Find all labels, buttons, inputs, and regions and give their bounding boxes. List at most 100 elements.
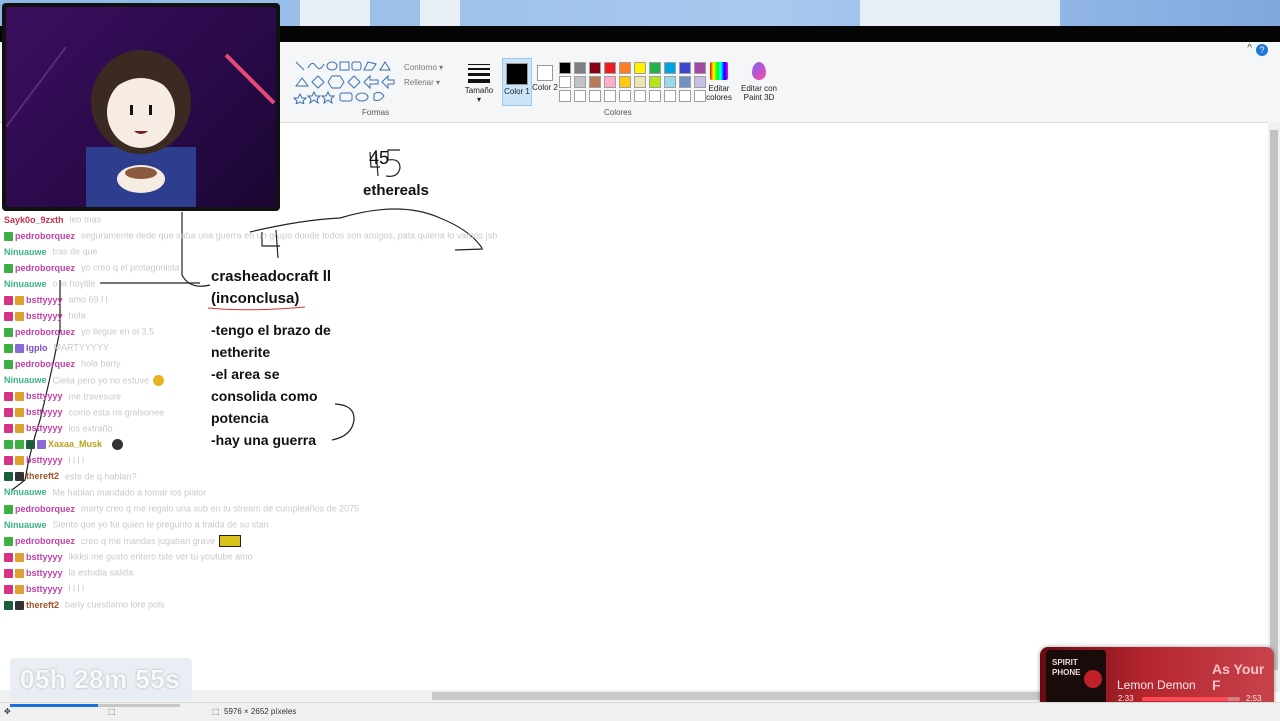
chat-username: bsttyyyy <box>26 407 63 418</box>
chat-text: Cielia pero yo no estuve <box>52 375 150 386</box>
chat-message: pedroborquez yo creo q el protagonista <box>4 262 180 276</box>
chat-message: thereft2 este de q hablan? <box>4 471 137 485</box>
song-artist: Lemon Demon <box>1117 678 1196 692</box>
chat-badge-icon <box>15 344 24 354</box>
chat-badges <box>4 311 26 321</box>
handwritten-number: 45 <box>369 148 390 168</box>
song-progress-fill <box>1142 697 1229 701</box>
chat-message: Ninuauwe Me hablan mandado a tomar los pi… <box>4 487 206 501</box>
chat-username: bsttyyyy <box>26 567 63 578</box>
chat-message: Sayk0o_9zxth leo mas <box>4 214 101 228</box>
chat-badge-icon <box>26 440 35 450</box>
chat-badges <box>4 455 26 466</box>
chat-badge-icon <box>15 456 24 466</box>
chat-badge-icon <box>4 440 13 450</box>
chat-badges <box>4 327 15 338</box>
chat-badge-icon <box>4 344 13 354</box>
chat-username: pedroborquez <box>15 536 75 546</box>
chat-text: MARTYYYYY <box>53 343 109 354</box>
chat-username: bsttyyyy <box>26 551 63 562</box>
chat-text: este de q hablan? <box>65 471 137 482</box>
chat-text: Siento que yo fui quien te pregunto a tr… <box>52 519 269 530</box>
chat-message: pedroborquez hola barty <box>4 358 121 372</box>
chat-message: bsttyyyy como esta mi gralsonee <box>4 407 164 421</box>
chat-message: bsttyyyy me travesure <box>4 391 121 405</box>
chat-text: creo q me mandas jugaban grave <box>81 536 216 546</box>
chat-text: leo mas <box>69 214 102 225</box>
chat-text: la estudia salida <box>68 567 134 578</box>
chat-text: l l l l <box>68 455 85 466</box>
chat-message: lgplo MARTYYYYY <box>4 342 109 356</box>
chat-username: bsttyyyy <box>26 310 63 321</box>
chat-badges <box>4 231 15 241</box>
note-line2: netherite <box>211 344 271 360</box>
chat-badge-icon <box>4 360 13 370</box>
note-line5: potencia <box>211 410 269 426</box>
chat-badges <box>4 503 15 514</box>
chat-text: hola <box>68 310 86 321</box>
status-bar: ✥ ⬚ ⬚ 5976 × 2652 píxeles <box>0 702 1280 721</box>
chat-badge-icon <box>4 408 13 418</box>
chat-username: pedroborquez <box>15 262 75 273</box>
chat-message: bsttyyyy los extraño <box>4 423 113 437</box>
chat-badges <box>4 263 15 273</box>
chat-text: marty creo q me regalo una sub en tu str… <box>81 503 360 514</box>
note-line1: -tengo el brazo de <box>211 322 331 338</box>
chat-badge-icon <box>15 440 24 450</box>
chat-message: bsttyyyy hola <box>4 310 86 324</box>
chat-badges <box>4 439 48 450</box>
chat-badges <box>4 359 15 370</box>
album-cover-text-1: SPIRIT <box>1052 658 1078 667</box>
chat-badge-icon <box>15 392 24 402</box>
chat-badge-icon <box>4 568 13 578</box>
chat-message: pedroborquez marty creo q me regalo una s… <box>4 503 359 517</box>
timer-text: 05h 28m 55s <box>20 664 181 694</box>
emote-icon <box>112 438 124 450</box>
note-line3: -el area se <box>211 366 280 382</box>
chat-username: Ninuauwe <box>4 487 47 498</box>
image-size-icon: ⬚ <box>212 707 220 716</box>
chat-text: barly cuestiamo lore pols <box>65 599 165 610</box>
chat-message: bsttyyyy ikkks me gusto entero tste ver t… <box>4 551 253 565</box>
chat-username: bsttyyyy <box>26 455 63 466</box>
chat-badge-icon <box>4 472 13 482</box>
chat-badge-icon <box>4 552 13 562</box>
crash-title-line1: crasheadocraft ll <box>211 268 332 285</box>
chat-badge-icon <box>4 295 13 305</box>
chat-badge-icon <box>4 231 13 241</box>
album-cover-text-2: PHONE <box>1052 668 1081 677</box>
chat-text: ikkks me gusto entero tste ver tu youtub… <box>68 551 253 562</box>
chat-badge-icon <box>15 600 24 610</box>
chat-text: hola barty <box>81 359 121 370</box>
chat-message: pedroborquez yo llegue en el 3.5 <box>4 326 154 340</box>
chat-username: pedroborquez <box>15 359 75 370</box>
chat-message: Ninuauwe tras de que <box>4 246 98 260</box>
chat-username: Sayk0o_9zxth <box>4 214 64 225</box>
chat-badges <box>4 391 26 402</box>
chat-badge-icon <box>15 408 24 418</box>
stream-progress-bar <box>10 704 98 707</box>
chat-username: lgplo <box>26 343 48 354</box>
chat-message: bsttyyyy la estudia salida <box>4 567 133 581</box>
image-dimensions: 5976 × 2652 píxeles <box>224 707 297 716</box>
selection-size-icon: ⬚ <box>108 707 116 716</box>
song-progress-bar <box>1142 697 1240 701</box>
webcam-overlay <box>2 3 280 211</box>
album-cover-art <box>1084 670 1102 688</box>
chat-badge-icon <box>37 440 46 450</box>
chat-text: Me hablan mandado a tomar los pialor <box>52 487 207 498</box>
chat-badge-icon <box>15 568 24 578</box>
chat-badges <box>4 295 26 305</box>
chat-text: como esta mi gralsonee <box>68 407 165 418</box>
chat-username: bsttyyyy <box>26 583 63 594</box>
emote-icon <box>153 374 165 386</box>
chat-message: Ninuauwe Cielia pero yo no estuve <box>4 374 165 389</box>
chat-text: seguramente dede que saba una guerra en … <box>81 230 498 241</box>
chat-badge-icon <box>15 311 24 321</box>
chat-badge-icon <box>4 504 13 514</box>
chat-text: l l l l <box>68 583 85 594</box>
chat-badge-icon <box>15 295 24 305</box>
chat-username: bsttyyyy <box>26 391 63 402</box>
stream-progress-track <box>98 704 180 707</box>
cursor-position-icon: ✥ <box>4 707 11 716</box>
